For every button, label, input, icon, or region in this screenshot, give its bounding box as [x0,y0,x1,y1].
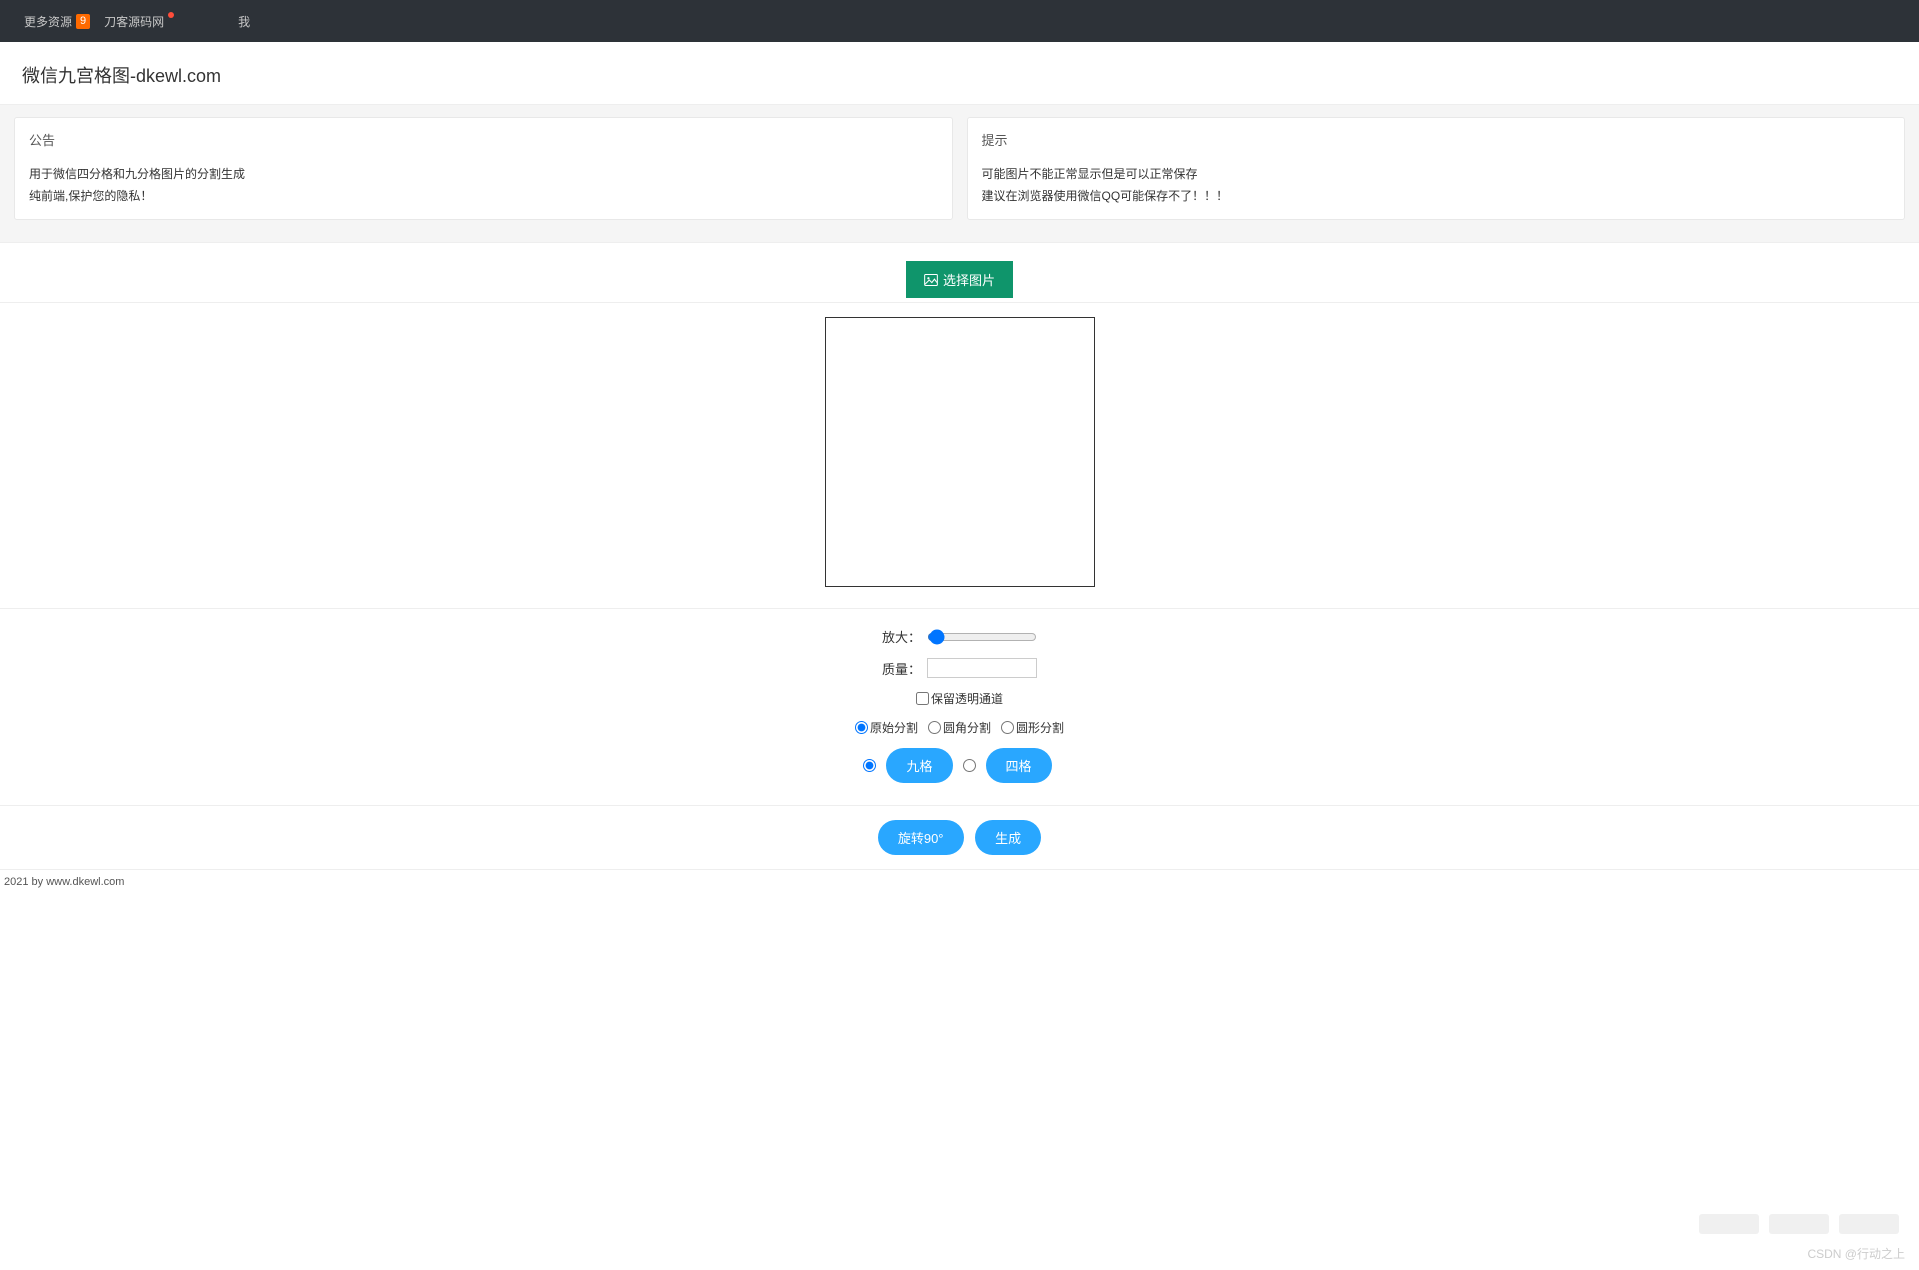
select-image-row: 选择图片 [0,243,1919,303]
select-image-label: 选择图片 [943,270,995,289]
grid-nine-radio[interactable] [863,759,876,772]
tip-line1: 可能图片不能正常显示但是可以正常保存 [982,163,1891,185]
quality-label: 质量： [882,659,921,678]
split-circle-radio[interactable] [1001,721,1014,734]
zoom-row: 放大： [0,627,1919,646]
nav-more-label: 更多资源 [24,13,72,30]
tip-line2: 建议在浏览器使用微信QQ可能保存不了！！！ [982,185,1891,207]
split-rounded-radio[interactable] [928,721,941,734]
nav-daoke[interactable]: 刀客源码网 [104,13,174,30]
notice-line2: 纯前端,保护您的隐私！ [29,185,938,207]
split-original-label: 原始分割 [870,719,918,736]
split-original-radio[interactable] [855,721,868,734]
split-rounded-option[interactable]: 圆角分割 [928,719,991,736]
alpha-checkbox-wrap[interactable]: 保留透明通道 [916,690,1003,707]
quality-row: 质量： [0,658,1919,678]
tip-card: 提示 可能图片不能正常显示但是可以正常保存 建议在浏览器使用微信QQ可能保存不了… [967,117,1906,220]
alpha-checkbox[interactable] [916,692,929,705]
canvas-area [0,303,1919,609]
page-title-wrap: 微信九宫格图-dkewl.com [0,42,1919,96]
tip-title: 提示 [982,130,1891,149]
nav-more-resources[interactable]: 更多资源 9 [24,13,90,30]
image-icon [924,274,938,286]
top-nav: 更多资源 9 刀客源码网 我 [0,0,1919,42]
notification-dot-icon [168,12,174,18]
badge-count: 9 [76,14,90,29]
zoom-slider[interactable] [927,630,1037,644]
grid-mode-row: 九格 四格 [0,748,1919,783]
notice-line1: 用于微信四分格和九分格图片的分割生成 [29,163,938,185]
nav-me-label: 我 [238,13,250,30]
split-circle-option[interactable]: 圆形分割 [1001,719,1064,736]
faint-box-icon [1839,1214,1899,1234]
split-rounded-label: 圆角分割 [943,719,991,736]
notice-title: 公告 [29,130,938,149]
rotate-button[interactable]: 旋转90° [878,820,964,855]
faint-overlay [1699,1214,1899,1234]
split-original-option[interactable]: 原始分割 [855,719,918,736]
image-canvas[interactable] [825,317,1095,587]
split-mode-row: 原始分割 圆角分割 圆形分割 [0,719,1919,736]
grid-nine-button[interactable]: 九格 [886,748,952,783]
nav-daoke-label: 刀客源码网 [104,13,164,30]
zoom-label: 放大： [882,627,921,646]
quality-input[interactable] [927,658,1037,678]
faint-box-icon [1699,1214,1759,1234]
notice-card: 公告 用于微信四分格和九分格图片的分割生成 纯前端,保护您的隐私！ [14,117,953,220]
select-image-button[interactable]: 选择图片 [906,261,1013,298]
grid-four-radio[interactable] [963,759,976,772]
page-title: 微信九宫格图-dkewl.com [22,62,1897,88]
action-row: 旋转90° 生成 [0,806,1919,870]
alpha-row: 保留透明通道 [0,690,1919,707]
grid-four-button[interactable]: 四格 [986,748,1052,783]
footer-text: 2021 by www.dkewl.com [0,870,1919,894]
alpha-label: 保留透明通道 [931,690,1003,707]
watermark-text: CSDN @行动之上 [1807,1245,1905,1262]
nav-me[interactable]: 我 [238,13,250,30]
info-panel: 公告 用于微信四分格和九分格图片的分割生成 纯前端,保护您的隐私！ 提示 可能图… [0,104,1919,243]
controls-panel: 放大： 质量： 保留透明通道 原始分割 圆角分割 圆形分割 九格 四格 [0,609,1919,806]
faint-box-icon [1769,1214,1829,1234]
split-circle-label: 圆形分割 [1016,719,1064,736]
generate-button[interactable]: 生成 [975,820,1041,855]
